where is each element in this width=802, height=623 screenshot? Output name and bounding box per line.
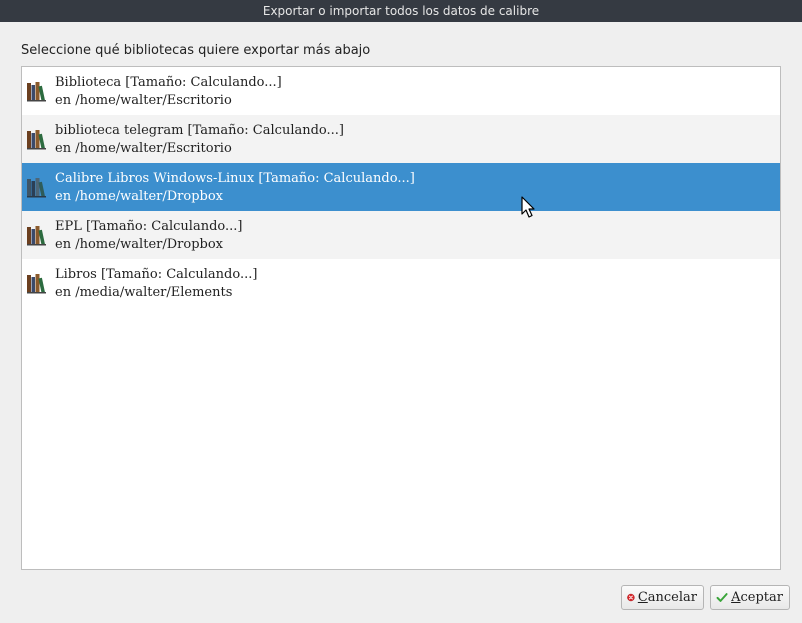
checkmark-icon <box>716 593 728 602</box>
accept-label: ceptar <box>740 590 784 605</box>
library-item[interactable]: Biblioteca [Tamaño: Calculando...] en /h… <box>22 67 780 115</box>
books-icon <box>27 178 46 198</box>
cancel-button[interactable]: Cancelar <box>621 585 704 610</box>
window-title: Exportar o importar todos los datos de c… <box>0 0 802 22</box>
library-path: en /home/walter/Dropbox <box>55 237 223 252</box>
library-item[interactable]: EPL [Tamaño: Calculando...] en /home/wal… <box>22 211 780 259</box>
cancel-accelerator: C <box>637 590 648 605</box>
accept-button[interactable]: Aceptar <box>710 585 790 610</box>
library-name: Calibre Libros Windows-Linux [Tamaño: Ca… <box>55 171 415 186</box>
library-path: en /home/walter/Escritorio <box>55 141 232 156</box>
library-path: en /media/walter/Elements <box>55 285 233 300</box>
books-icon <box>27 82 46 102</box>
mouse-cursor-icon <box>521 196 535 218</box>
cancel-icon <box>627 593 635 602</box>
books-icon <box>27 130 46 150</box>
library-name: Biblioteca [Tamaño: Calculando...] <box>55 75 282 90</box>
library-name: biblioteca telegram [Tamaño: Calculando.… <box>55 123 344 138</box>
accept-accelerator: A <box>731 590 741 605</box>
books-icon <box>27 274 46 294</box>
library-name: Libros [Tamaño: Calculando...] <box>55 267 258 282</box>
cancel-label: ancelar <box>647 590 697 605</box>
library-item-selected[interactable]: Calibre Libros Windows-Linux [Tamaño: Ca… <box>22 163 780 211</box>
library-path: en /home/walter/Dropbox <box>55 189 223 204</box>
books-icon <box>27 226 46 246</box>
library-list[interactable]: Biblioteca [Tamaño: Calculando...] en /h… <box>21 66 781 570</box>
library-name: EPL [Tamaño: Calculando...] <box>55 219 243 234</box>
library-item[interactable]: biblioteca telegram [Tamaño: Calculando.… <box>22 115 780 163</box>
library-path: en /home/walter/Escritorio <box>55 93 232 108</box>
instruction-label: Seleccione qué bibliotecas quiere export… <box>21 43 371 58</box>
library-item[interactable]: Libros [Tamaño: Calculando...] en /media… <box>22 259 780 307</box>
